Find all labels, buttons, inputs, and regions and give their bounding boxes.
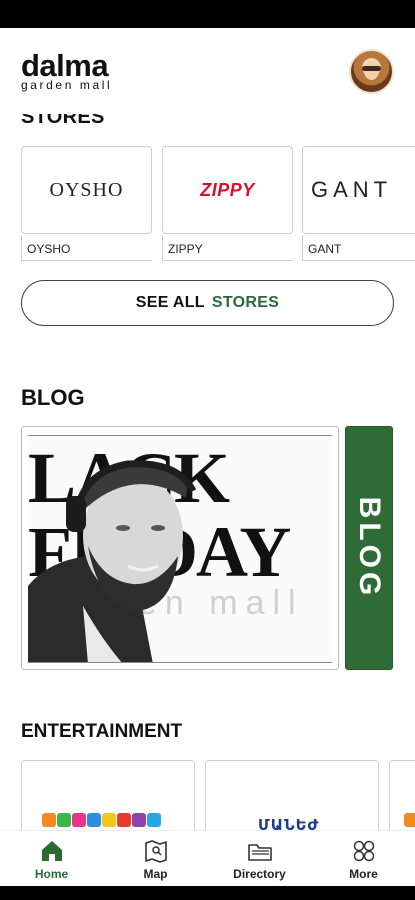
store-name: GANT [308, 242, 342, 256]
entertainment-carousel[interactable]: ՄԱՆԵԺ [21, 760, 415, 830]
tab-label: Map [143, 867, 168, 881]
tab-label: More [349, 867, 378, 881]
playlab-logo [42, 813, 161, 827]
see-all-label: SEE ALL [135, 294, 205, 311]
entertainment-card-2[interactable]: ՄԱՆԵԺ [205, 760, 379, 830]
store-card-oysho[interactable]: OYSHO OYSHO [21, 146, 152, 262]
status-bar [0, 0, 415, 28]
store-name: ZIPPY [168, 242, 203, 256]
stores-carousel[interactable]: OYSHO OYSHO ZIPPY ZIPPY GANT GANT [21, 146, 415, 266]
store-logo-text: ZIPPY [200, 179, 255, 200]
tab-label: Home [34, 867, 69, 881]
app-header: dalma garden mall [0, 28, 415, 114]
blog-post-card[interactable]: LACK FRIDAY en mall [21, 426, 339, 670]
person-with-headphones-illustration [28, 460, 197, 662]
logo-sub-text: garden mall [21, 78, 113, 92]
store-logo-text: OYSHO [49, 178, 124, 201]
logo-main-text: dalma [21, 48, 109, 83]
tab-home[interactable]: Home [10, 831, 93, 887]
store-logo[interactable]: OYSHO [21, 146, 152, 234]
store-logo-text: GANT [311, 177, 393, 202]
grid-icon [353, 840, 374, 862]
store-name: OYSHO [27, 242, 71, 256]
avatar[interactable] [349, 49, 394, 94]
bottom-navigation: Home Map Directory More [0, 830, 415, 886]
entertainment-section-title: ENTERTAINMENT [21, 721, 183, 742]
system-navigation-bar [0, 886, 415, 900]
store-card-gant[interactable]: GANT GANT [302, 146, 415, 262]
store-logo[interactable]: ZIPPY [162, 146, 293, 234]
blog-tab-button[interactable]: BLOG [345, 426, 393, 670]
map-icon [144, 840, 167, 863]
see-all-stores-button[interactable]: SEE ALL STORES [21, 280, 394, 326]
tab-map[interactable]: Map [114, 831, 197, 887]
store-logo[interactable]: GANT [302, 146, 415, 234]
store-card-zippy[interactable]: ZIPPY ZIPPY [162, 146, 293, 262]
entertainment-card-playlab[interactable] [21, 760, 195, 830]
entertainment-card-3[interactable] [389, 760, 415, 830]
home-icon [41, 841, 62, 861]
see-all-accent-label: STORES [211, 294, 280, 311]
avatar-glasses [362, 66, 381, 71]
folder-icon [247, 844, 272, 861]
blog-tab-label: BLOG [353, 496, 386, 600]
blog-post-image: LACK FRIDAY en mall [28, 435, 332, 663]
blog-section-title: BLOG [21, 385, 85, 410]
entertainment-logo-text: ՄԱՆԵԺ [258, 817, 320, 830]
tab-directory[interactable]: Directory [218, 831, 301, 887]
dalma-logo[interactable]: dalma garden mall [21, 50, 112, 91]
tab-label: Directory [233, 867, 286, 881]
entertainment-logo-fragment [404, 813, 415, 827]
tab-more[interactable]: More [322, 831, 405, 887]
